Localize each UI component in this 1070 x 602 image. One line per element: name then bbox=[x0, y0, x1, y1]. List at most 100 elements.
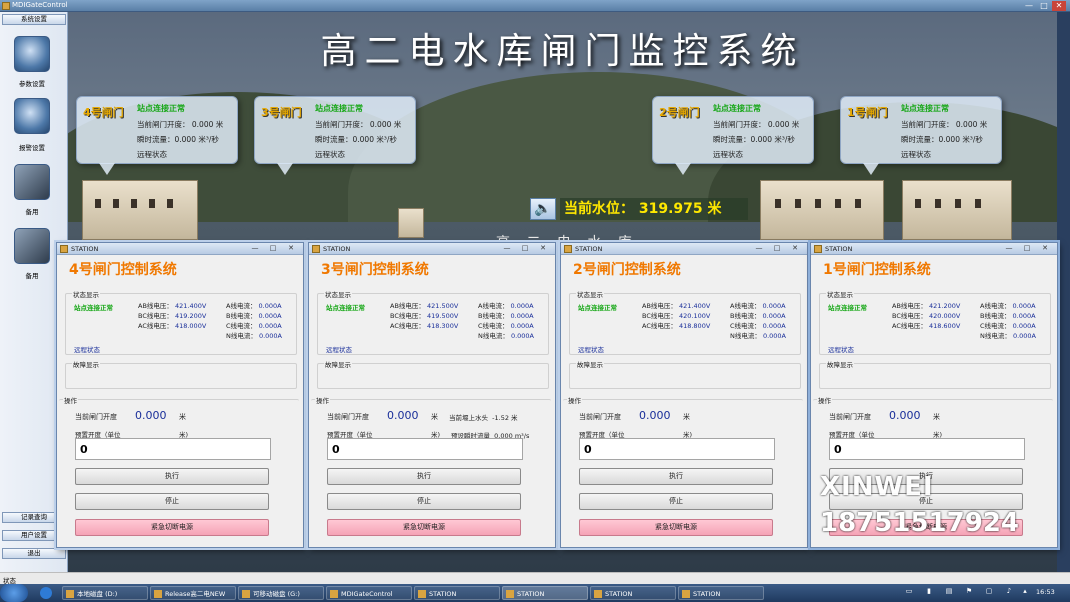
gate-3-control-panel[interactable]: STATION — □ ✕ 3号闸门控制系统 状态显示 站点连接正常 AB线电压： 421.5… bbox=[308, 242, 556, 548]
voltage-reading: BC线电压： 419.500V bbox=[390, 312, 459, 320]
app-icon bbox=[682, 590, 690, 598]
folder-icon bbox=[242, 590, 250, 598]
execute-button[interactable]: 执行 bbox=[327, 468, 521, 485]
current-reading: N线电流： 0.000A bbox=[226, 332, 283, 340]
taskbar-item[interactable]: STATION bbox=[414, 586, 500, 600]
current-reading: B线电流： 0.000A bbox=[478, 312, 534, 320]
battery-icon[interactable]: ▮ bbox=[924, 587, 934, 597]
close-button[interactable]: ✕ bbox=[1052, 1, 1066, 11]
tablet-icon[interactable] bbox=[14, 228, 50, 264]
close-button[interactable]: ✕ bbox=[1039, 244, 1051, 253]
preset-opening-input[interactable]: 0 bbox=[579, 438, 775, 460]
network-icon[interactable]: ▤ bbox=[944, 587, 954, 597]
close-button[interactable]: ✕ bbox=[789, 244, 801, 253]
gate-1-bubble[interactable]: 1号闸门 站点连接正常 当前闸门开度： 0.000 米 瞬时流量：0.000 米… bbox=[840, 96, 1002, 175]
panel-title-bar[interactable]: STATION — □ ✕ bbox=[309, 243, 555, 255]
close-button[interactable]: ✕ bbox=[285, 244, 297, 253]
system-settings-button[interactable]: 系统设置 bbox=[2, 14, 66, 25]
stop-button[interactable]: 停止 bbox=[327, 493, 521, 510]
gate-1-control-panel[interactable]: STATION — □ ✕ 1号闸门控制系统 状态显示 站点连接正常 AB线电压： 421.2… bbox=[810, 242, 1058, 548]
volume-icon[interactable]: ♪ bbox=[1004, 587, 1014, 597]
bubble-flow-label: 瞬时流量： bbox=[713, 135, 751, 144]
gate-2-control-panel[interactable]: STATION — □ ✕ 2号闸门控制系统 状态显示 站点连接正常 AB线电压： 421.4… bbox=[560, 242, 808, 548]
gate-4-bubble[interactable]: 4号闸门 站点连接正常 当前闸门开度： 0.000 米 瞬时流量：0.000 米… bbox=[76, 96, 238, 175]
browser-icon[interactable] bbox=[40, 587, 52, 599]
minimize-button[interactable]: — bbox=[1022, 1, 1036, 11]
panel-title-bar[interactable]: STATION — □ ✕ bbox=[561, 243, 807, 255]
maximize-button[interactable]: □ bbox=[519, 244, 531, 253]
maximize-button[interactable]: □ bbox=[1021, 244, 1033, 253]
maximize-button[interactable]: □ bbox=[267, 244, 279, 253]
minimize-button[interactable]: — bbox=[753, 244, 765, 253]
water-level-display: 🔈 当前水位： 319.975 米 bbox=[530, 198, 750, 220]
taskbar-item[interactable]: MDIGateControl bbox=[326, 586, 412, 600]
sidebar-item-alarm[interactable]: 报警设置 bbox=[0, 142, 64, 152]
monitor-icon[interactable]: ▢ bbox=[984, 587, 994, 597]
taskbar-item[interactable]: 可移动磁盘 (G:) bbox=[238, 586, 324, 600]
app-title: MDIGateControl bbox=[12, 1, 68, 9]
start-button[interactable] bbox=[0, 584, 28, 602]
emergency-stop-button[interactable]: 紧急切断电源 bbox=[75, 519, 269, 536]
taskbar-item[interactable]: STATION bbox=[502, 586, 588, 600]
minimize-button[interactable]: — bbox=[249, 244, 261, 253]
gate-3-bubble[interactable]: 3号闸门 站点连接正常 当前闸门开度： 0.000 米 瞬时流量：0.000 米… bbox=[254, 96, 416, 175]
gate-4-control-panel[interactable]: STATION — □ ✕ 4号闸门控制系统 状态显示 站点连接正常 AB线电压： 421.4… bbox=[56, 242, 304, 548]
taskbar-item[interactable]: Release高二电NEW bbox=[150, 586, 236, 600]
bubble-opening-label: 当前闸门开度： bbox=[901, 120, 954, 129]
tablet-icon[interactable] bbox=[14, 164, 50, 200]
status-group: 状态显示 站点连接正常 AB线电压： 421.400V BC线电压： 420.100V… bbox=[569, 289, 801, 355]
stop-button[interactable]: 停止 bbox=[579, 493, 773, 510]
sidebar-item-spare-2[interactable]: 备用 bbox=[0, 270, 64, 280]
app-icon bbox=[418, 590, 426, 598]
exit-button[interactable]: 退出 bbox=[2, 548, 66, 559]
maximize-button[interactable]: □ bbox=[771, 244, 783, 253]
flag-icon[interactable]: ⚑ bbox=[964, 587, 974, 597]
fault-group-label: 故障显示 bbox=[826, 359, 854, 369]
bubble-flow-label: 瞬时流量： bbox=[901, 135, 939, 144]
preset-opening-input[interactable]: 0 bbox=[75, 438, 271, 460]
close-button[interactable]: ✕ bbox=[537, 244, 549, 253]
current-reading: A线电流： 0.000A bbox=[730, 302, 786, 310]
bubble-conn-status: 站点连接正常 bbox=[901, 104, 949, 113]
panel-title-bar[interactable]: STATION — □ ✕ bbox=[57, 243, 303, 255]
taskbar-item[interactable]: STATION bbox=[590, 586, 676, 600]
sidebar-item-params[interactable]: 参数设置 bbox=[0, 78, 64, 88]
minimize-button[interactable]: — bbox=[1003, 244, 1015, 253]
sidebar-item-spare-1[interactable]: 备用 bbox=[0, 206, 64, 216]
voltage-reading: BC线电压： 420.000V bbox=[892, 312, 961, 320]
app-icon bbox=[60, 245, 68, 253]
fault-group-label: 故障显示 bbox=[324, 359, 352, 369]
preset-opening-input[interactable]: 0 bbox=[327, 438, 523, 460]
stop-button[interactable]: 停止 bbox=[75, 493, 269, 510]
taskbar-item[interactable]: 本地磁盘 (D:) bbox=[62, 586, 148, 600]
maximize-button[interactable]: □ bbox=[1037, 1, 1051, 11]
water-level-value: 319.975 bbox=[638, 201, 703, 217]
minimize-button[interactable]: — bbox=[501, 244, 513, 253]
app-icon bbox=[506, 590, 514, 598]
execute-button[interactable]: 执行 bbox=[579, 468, 773, 485]
bubble-flow-value: 0.000 米³/秒 bbox=[938, 135, 983, 144]
keyboard-icon[interactable]: ▭ bbox=[904, 587, 914, 597]
emergency-stop-button[interactable]: 紧急切断电源 bbox=[579, 519, 773, 536]
gear-icon[interactable] bbox=[14, 36, 50, 72]
fault-group: 故障显示 bbox=[569, 359, 801, 389]
panel-title-bar[interactable]: STATION — □ ✕ bbox=[811, 243, 1057, 255]
clock[interactable]: 16:53 bbox=[1036, 588, 1055, 596]
alarm-gear-icon[interactable] bbox=[14, 98, 50, 134]
speaker-icon[interactable]: 🔈 bbox=[530, 198, 556, 220]
preset-opening-input[interactable]: 0 bbox=[829, 438, 1025, 460]
gatehouse-right-1 bbox=[760, 180, 884, 240]
taskbar: 本地磁盘 (D:) Release高二电NEW 可移动磁盘 (G:) MDIGa… bbox=[0, 584, 1070, 602]
emergency-stop-button[interactable]: 紧急切断电源 bbox=[327, 519, 521, 536]
bubble-opening-label: 当前闸门开度： bbox=[137, 120, 190, 129]
tray-arrow-icon[interactable]: ▴ bbox=[1020, 587, 1030, 597]
execute-button[interactable]: 执行 bbox=[75, 468, 269, 485]
bubble-conn-status: 站点连接正常 bbox=[713, 104, 761, 113]
voltage-reading: AB线电压： 421.400V bbox=[138, 302, 207, 310]
weir-head-reading: 当前堰上水头 -1.52 米 bbox=[449, 414, 518, 422]
taskbar-item[interactable]: STATION bbox=[678, 586, 764, 600]
gate-2-bubble[interactable]: 2号闸门 站点连接正常 当前闸门开度： 0.000 米 瞬时流量：0.000 米… bbox=[652, 96, 814, 175]
bubble-opening-value: 0.000 米 bbox=[369, 120, 402, 129]
remote-status: 远程状态 bbox=[74, 346, 100, 354]
panel-window-title: STATION bbox=[575, 245, 603, 253]
